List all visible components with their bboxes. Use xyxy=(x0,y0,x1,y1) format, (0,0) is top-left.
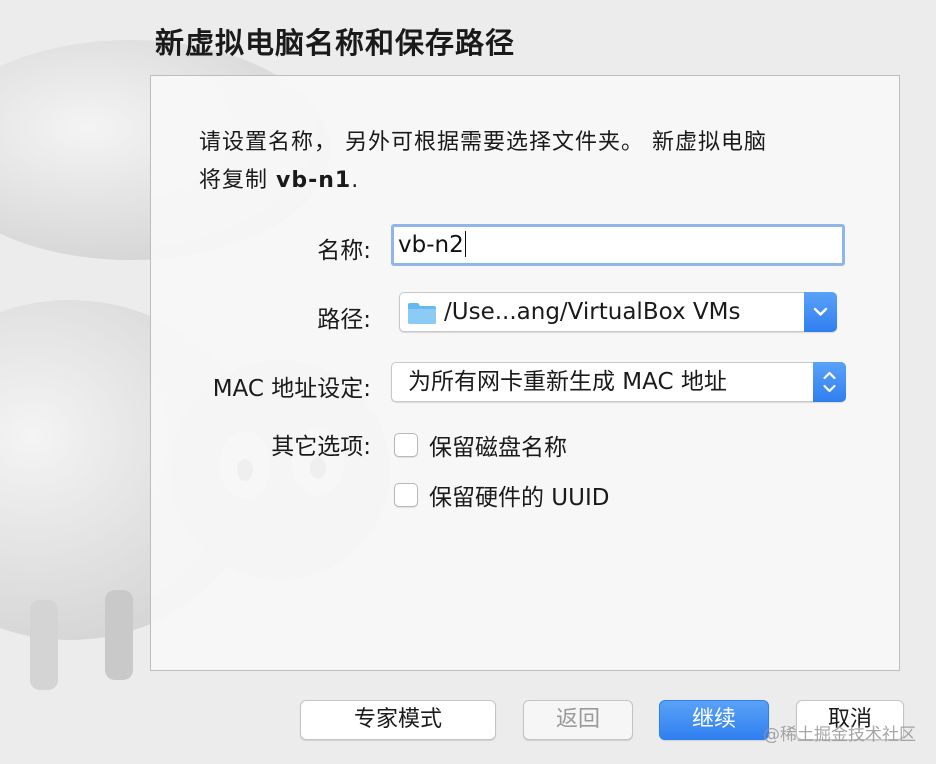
path-label: 路径: xyxy=(317,307,371,333)
name-input-value: vb-n2 xyxy=(398,232,464,258)
continue-button[interactable]: 继续 xyxy=(659,700,769,740)
mac-select-stepper[interactable] xyxy=(813,362,846,402)
keep-disk-names-option[interactable]: 保留磁盘名称 xyxy=(394,428,567,462)
watermark: @稀土掘金技术社区 xyxy=(763,725,916,745)
path-select[interactable]: /Use...ang/VirtualBox VMs xyxy=(399,292,837,332)
description-line-2-suffix: . xyxy=(351,168,360,193)
description-text: 请设置名称， 另外可根据需要选择文件夹。 新虚拟电脑 将复制 vb-n1. xyxy=(199,124,859,200)
up-down-chevron-icon xyxy=(823,371,836,393)
path-value: /Use...ang/VirtualBox VMs xyxy=(444,299,741,325)
name-input[interactable]: vb-n2 xyxy=(391,224,845,266)
text-caret xyxy=(464,231,466,257)
dialog-title: 新虚拟电脑名称和保存路径 xyxy=(155,26,516,60)
path-dropdown-button[interactable] xyxy=(804,292,837,332)
keep-disk-names-checkbox[interactable] xyxy=(394,433,418,457)
keep-hardware-uuid-label[interactable]: 保留硬件的 UUID xyxy=(429,478,609,512)
expert-mode-button[interactable]: 专家模式 xyxy=(300,700,496,740)
keep-disk-names-label[interactable]: 保留磁盘名称 xyxy=(429,428,567,462)
form-panel: 请设置名称， 另外可根据需要选择文件夹。 新虚拟电脑 将复制 vb-n1. 名称… xyxy=(150,75,900,671)
keep-hardware-uuid-option[interactable]: 保留硬件的 UUID xyxy=(394,478,609,512)
folder-icon xyxy=(408,303,436,324)
name-label: 名称: xyxy=(317,238,371,264)
description-line-1: 请设置名称， 另外可根据需要选择文件夹。 新虚拟电脑 xyxy=(199,130,767,155)
description-line-2-prefix: 将复制 xyxy=(199,168,276,193)
chevron-down-icon xyxy=(813,307,828,316)
other-options-label: 其它选项: xyxy=(271,434,371,460)
mac-label: MAC 地址设定: xyxy=(212,376,371,402)
back-button[interactable]: 返回 xyxy=(523,700,633,740)
keep-hardware-uuid-checkbox[interactable] xyxy=(394,483,418,507)
mac-policy-value: 为所有网卡重新生成 MAC 地址 xyxy=(408,369,727,395)
mac-policy-select[interactable]: 为所有网卡重新生成 MAC 地址 xyxy=(391,362,846,402)
source-vm-name: vb-n1 xyxy=(276,168,352,193)
